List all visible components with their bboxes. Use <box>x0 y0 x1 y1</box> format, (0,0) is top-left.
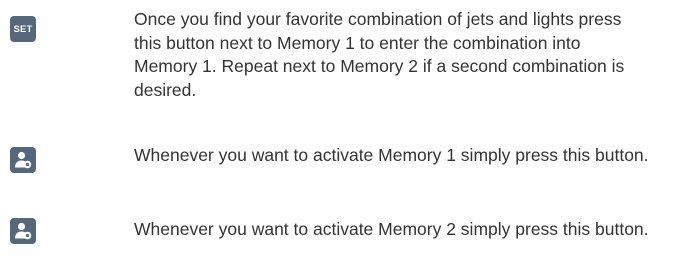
set-button-icon: SET <box>10 16 36 42</box>
memory-1-user-icon <box>10 147 36 173</box>
memory-2-description: Whenever you want to activate Memory 2 s… <box>134 219 649 239</box>
memory-2-user-icon <box>10 218 36 244</box>
set-description: Once you find your favorite combination … <box>134 9 625 100</box>
set-button-icon-label: SET <box>13 23 33 35</box>
memory-1-description: Whenever you want to activate Memory 1 s… <box>134 145 649 165</box>
